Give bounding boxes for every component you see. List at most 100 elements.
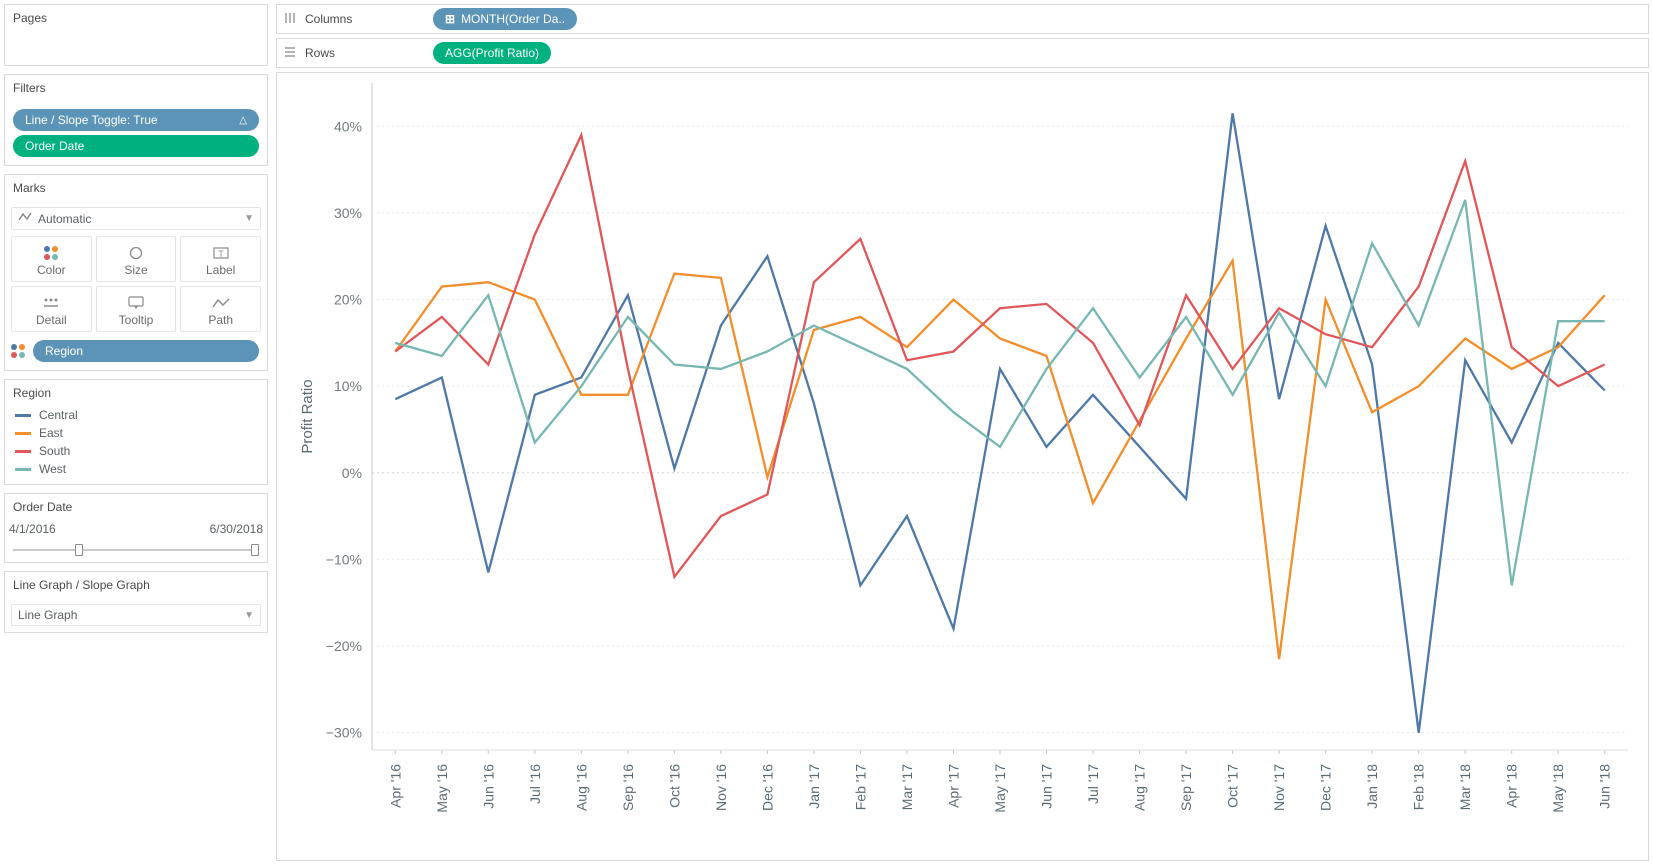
slider-handle-end[interactable] — [251, 544, 259, 556]
marks-btn-label: Label — [183, 263, 258, 277]
svg-text:Nov '16: Nov '16 — [713, 764, 729, 811]
pages-drop-area[interactable] — [5, 31, 267, 65]
expand-icon: ⊞ — [445, 12, 455, 26]
svg-text:0%: 0% — [342, 465, 362, 481]
svg-text:Jul '16: Jul '16 — [527, 764, 543, 804]
delta-icon: △ — [231, 115, 247, 126]
graph-type-label: Line Graph / Slope Graph — [5, 572, 267, 598]
filters-body: Line / Slope Toggle: True △ Order Date — [5, 101, 267, 165]
svg-text:Jun '16: Jun '16 — [480, 764, 496, 809]
marks-type-dropdown[interactable]: Automatic ▼ — [11, 207, 261, 230]
columns-pill-label: MONTH(Order Da.. — [461, 12, 565, 26]
svg-text:Jun '17: Jun '17 — [1039, 764, 1055, 809]
filter-pill-slope-toggle[interactable]: Line / Slope Toggle: True △ — [13, 109, 259, 131]
marks-card: Marks Automatic ▼ Color — [4, 174, 268, 371]
filter-pill-order-date[interactable]: Order Date — [13, 135, 259, 157]
detail-icon — [14, 293, 89, 313]
slider-track — [13, 549, 259, 551]
size-icon — [99, 243, 174, 263]
pages-label: Pages — [5, 5, 267, 31]
svg-text:Apr '18: Apr '18 — [1504, 764, 1520, 808]
marks-tooltip-button[interactable]: Tooltip — [96, 286, 177, 332]
svg-text:May '18: May '18 — [1550, 764, 1566, 813]
legend-label: Central — [39, 408, 78, 422]
path-icon — [183, 293, 258, 313]
legend-title: Region — [5, 380, 267, 406]
tooltip-icon — [99, 293, 174, 313]
svg-text:−30%: −30% — [326, 725, 362, 741]
graph-type-value: Line Graph — [18, 608, 244, 622]
color-pill-label: Region — [45, 344, 83, 358]
marks-btn-label: Tooltip — [99, 313, 174, 327]
legend-label: West — [39, 462, 66, 476]
svg-text:Dec '17: Dec '17 — [1318, 764, 1334, 811]
color-pill-row: Region — [11, 338, 261, 364]
order-date-label: Order Date — [5, 494, 267, 520]
chevron-down-icon: ▼ — [244, 610, 254, 621]
marks-label-button[interactable]: T Label — [180, 236, 261, 282]
chart-area[interactable]: −30%−20%−10%0%10%20%30%40%Profit RatioAp… — [276, 72, 1649, 861]
legend-item-south[interactable]: South — [11, 442, 261, 460]
marks-btn-label: Size — [99, 263, 174, 277]
marks-path-button[interactable]: Path — [180, 286, 261, 332]
line-chart[interactable]: −30%−20%−10%0%10%20%30%40%Profit RatioAp… — [277, 73, 1648, 860]
svg-text:Dec '16: Dec '16 — [759, 764, 775, 811]
columns-label-text: Columns — [305, 12, 352, 26]
svg-text:Aug '17: Aug '17 — [1132, 764, 1148, 811]
legend-swatch — [15, 414, 31, 417]
order-date-slider[interactable] — [13, 542, 259, 558]
marks-grid: Color Size T Label — [11, 236, 261, 332]
marks-btn-label: Path — [183, 313, 258, 327]
sidebar: Pages Filters Line / Slope Toggle: True … — [0, 0, 272, 865]
marks-body: Automatic ▼ Color — [5, 201, 267, 370]
svg-text:Apr '17: Apr '17 — [945, 764, 961, 808]
pages-card: Pages — [4, 4, 268, 66]
rows-pill-label: AGG(Profit Ratio) — [445, 46, 539, 60]
svg-text:Oct '17: Oct '17 — [1225, 764, 1241, 808]
legend-label: South — [39, 444, 70, 458]
color-pill-region[interactable]: Region — [33, 340, 259, 362]
columns-shelf[interactable]: Columns ⊞ MONTH(Order Da.. — [276, 4, 1649, 34]
marks-detail-button[interactable]: Detail — [11, 286, 92, 332]
legend-item-central[interactable]: Central — [11, 406, 261, 424]
columns-shelf-label: Columns — [283, 11, 423, 28]
svg-text:Jul '17: Jul '17 — [1085, 764, 1101, 804]
svg-text:Jan '18: Jan '18 — [1364, 764, 1380, 809]
rows-shelf[interactable]: Rows AGG(Profit Ratio) — [276, 38, 1649, 68]
order-date-range: 4/1/2016 6/30/2018 — [5, 520, 267, 542]
legend-item-west[interactable]: West — [11, 460, 261, 478]
main: Columns ⊞ MONTH(Order Da.. Rows AGG(Prof… — [272, 0, 1653, 865]
marks-size-button[interactable]: Size — [96, 236, 177, 282]
rows-pill[interactable]: AGG(Profit Ratio) — [433, 42, 551, 64]
legend-body: Central East South West — [5, 406, 267, 484]
svg-text:−20%: −20% — [326, 638, 362, 654]
svg-text:Mar '17: Mar '17 — [899, 764, 915, 810]
slider-handle-start[interactable] — [75, 544, 83, 556]
svg-text:Feb '18: Feb '18 — [1411, 764, 1427, 810]
svg-text:May '17: May '17 — [992, 764, 1008, 813]
order-date-card: Order Date 4/1/2016 6/30/2018 — [4, 493, 268, 563]
svg-text:Sep '17: Sep '17 — [1178, 764, 1194, 811]
marks-label: Marks — [5, 175, 267, 201]
svg-text:T: T — [218, 249, 224, 259]
line-icon — [18, 211, 32, 226]
legend-card: Region Central East South West — [4, 379, 268, 485]
svg-text:Jun '18: Jun '18 — [1597, 764, 1613, 809]
marks-color-button[interactable]: Color — [11, 236, 92, 282]
svg-text:Profit Ratio: Profit Ratio — [299, 379, 316, 453]
svg-text:Nov '17: Nov '17 — [1271, 764, 1287, 811]
svg-text:10%: 10% — [334, 378, 362, 394]
rows-icon — [283, 45, 297, 62]
columns-icon — [283, 11, 297, 28]
filter-pill-label: Line / Slope Toggle: True — [25, 113, 158, 127]
legend-item-east[interactable]: East — [11, 424, 261, 442]
svg-text:20%: 20% — [334, 292, 362, 308]
svg-text:Oct '16: Oct '16 — [666, 764, 682, 808]
columns-pill[interactable]: ⊞ MONTH(Order Da.. — [433, 8, 577, 30]
graph-type-dropdown[interactable]: Line Graph ▼ — [11, 604, 261, 626]
label-icon: T — [183, 243, 258, 263]
rows-label-text: Rows — [305, 46, 335, 60]
svg-text:Feb '17: Feb '17 — [852, 764, 868, 810]
graph-type-card: Line Graph / Slope Graph Line Graph ▼ — [4, 571, 268, 633]
marks-btn-label: Detail — [14, 313, 89, 327]
